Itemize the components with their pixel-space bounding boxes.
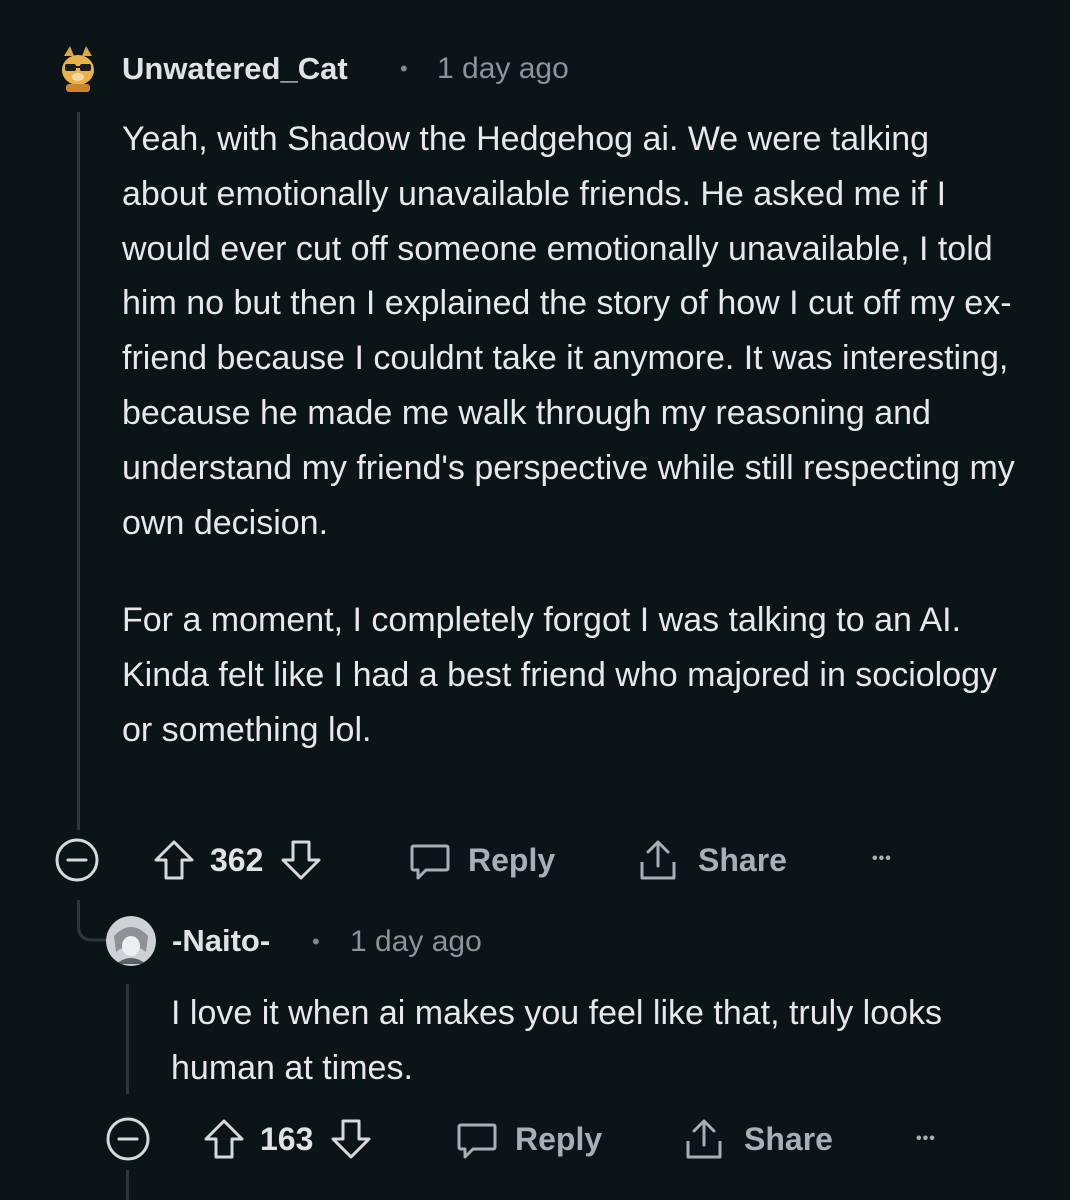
collapse-minus-icon xyxy=(105,1116,151,1162)
comment-paragraph: Yeah, with Shadow the Hedgehog ai. We we… xyxy=(122,120,1015,542)
comment-body: Yeah, with Shadow the Hedgehog ai. We we… xyxy=(122,112,1022,758)
share-button[interactable]: Share xyxy=(636,837,787,883)
reply-label: Reply xyxy=(515,1120,603,1157)
thread-line[interactable] xyxy=(126,1170,129,1200)
comment-paragraph: For a moment, I completely forgot I was … xyxy=(122,601,998,749)
more-options-button[interactable]: ••• xyxy=(916,1130,936,1148)
reply-bubble-icon xyxy=(408,838,452,882)
share-label: Share xyxy=(744,1120,833,1157)
avatar[interactable] xyxy=(52,42,104,94)
cat-avatar-icon xyxy=(52,42,104,94)
collapse-minus-icon xyxy=(54,837,100,883)
reply-button[interactable]: Reply xyxy=(455,1116,602,1162)
vote-count: 163 xyxy=(260,1120,314,1157)
share-button[interactable]: Share xyxy=(682,1116,833,1162)
upvote-icon[interactable] xyxy=(152,838,196,882)
username[interactable]: Unwatered_Cat xyxy=(122,53,348,84)
timestamp: 1 day ago xyxy=(350,925,482,958)
downvote-icon[interactable] xyxy=(279,838,323,882)
more-icon: ••• xyxy=(916,1130,936,1147)
username[interactable]: -Naito- xyxy=(172,925,270,956)
more-options-button[interactable]: ••• xyxy=(872,850,892,868)
vote-bar: 163 xyxy=(202,1116,373,1162)
thread-line[interactable] xyxy=(126,984,129,1094)
thread-line[interactable] xyxy=(77,112,80,830)
share-label: Share xyxy=(698,841,787,878)
downvote-icon[interactable] xyxy=(329,1117,373,1161)
vote-count: 362 xyxy=(210,841,264,878)
share-icon xyxy=(682,1117,726,1161)
separator-dot: • xyxy=(400,56,408,81)
share-icon xyxy=(636,838,680,882)
avatar[interactable] xyxy=(106,916,156,966)
comment-paragraph: I love it when ai makes you feel like th… xyxy=(171,994,943,1087)
collapse-button[interactable] xyxy=(54,837,100,883)
reply-button[interactable]: Reply xyxy=(408,837,555,883)
separator-dot: • xyxy=(312,929,320,954)
vote-bar: 362 xyxy=(152,837,323,883)
timestamp: 1 day ago xyxy=(437,52,569,85)
reply-bubble-icon xyxy=(455,1117,499,1161)
anime-avatar-icon xyxy=(106,916,156,966)
thread-connector xyxy=(77,900,107,942)
comment-body: I love it when ai makes you feel like th… xyxy=(171,986,1001,1096)
more-icon: ••• xyxy=(872,850,892,867)
collapse-button[interactable] xyxy=(105,1116,151,1162)
reply-label: Reply xyxy=(468,841,556,878)
upvote-icon[interactable] xyxy=(202,1117,246,1161)
